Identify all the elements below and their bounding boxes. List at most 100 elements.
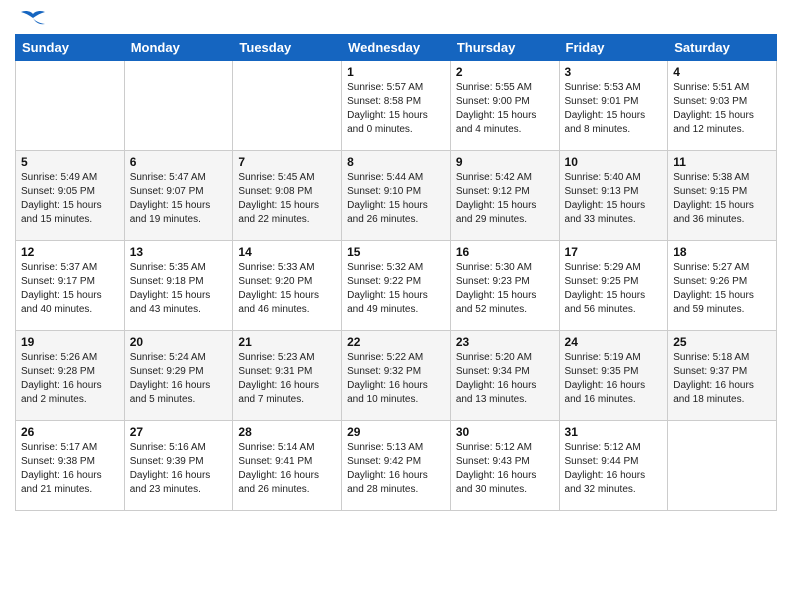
day-info: Sunrise: 5:16 AM Sunset: 9:39 PM Dayligh… [130,441,228,497]
day-number: 9 [456,155,554,169]
day-info: Sunrise: 5:27 AM Sunset: 9:26 PM Dayligh… [673,261,771,317]
day-number: 31 [565,425,663,439]
week-row-3: 19 Sunrise: 5:26 AM Sunset: 9:28 PM Dayli… [16,331,777,421]
day-cell: 21 Sunrise: 5:23 AM Sunset: 9:31 PM Dayli… [233,331,342,421]
day-number: 8 [347,155,445,169]
day-number: 13 [130,245,228,259]
day-info: Sunrise: 5:19 AM Sunset: 9:35 PM Dayligh… [565,351,663,407]
day-cell [233,61,342,151]
day-number: 24 [565,335,663,349]
day-number: 12 [21,245,119,259]
day-cell: 26 Sunrise: 5:17 AM Sunset: 9:38 PM Dayli… [16,421,125,511]
day-number: 16 [456,245,554,259]
day-info: Sunrise: 5:47 AM Sunset: 9:07 PM Dayligh… [130,171,228,227]
day-cell: 9Sunrise: 5:42 AM Sunset: 9:12 PM Daylig… [450,151,559,241]
day-cell: 14 Sunrise: 5:33 AM Sunset: 9:20 PM Dayli… [233,241,342,331]
day-info: Sunrise: 5:49 AM Sunset: 9:05 PM Dayligh… [21,171,119,227]
week-row-1: 5 Sunrise: 5:49 AM Sunset: 9:05 PM Daylig… [16,151,777,241]
day-cell: 24 Sunrise: 5:19 AM Sunset: 9:35 PM Dayli… [559,331,668,421]
day-cell: 11 Sunrise: 5:38 AM Sunset: 9:15 PM Dayli… [668,151,777,241]
day-info: Sunrise: 5:24 AM Sunset: 9:29 PM Dayligh… [130,351,228,407]
logo-line1 [15,10,49,30]
day-number: 1 [347,65,445,79]
day-info: Sunrise: 5:12 AM Sunset: 9:44 PM Dayligh… [565,441,663,497]
day-number: 19 [21,335,119,349]
day-cell: 20 Sunrise: 5:24 AM Sunset: 9:29 PM Dayli… [124,331,233,421]
weekday-header-thursday: Thursday [450,35,559,61]
day-number: 17 [565,245,663,259]
day-cell: 29Sunrise: 5:13 AM Sunset: 9:42 PM Dayli… [342,421,451,511]
day-cell: 30Sunrise: 5:12 AM Sunset: 9:43 PM Dayli… [450,421,559,511]
day-info: Sunrise: 5:26 AM Sunset: 9:28 PM Dayligh… [21,351,119,407]
day-cell: 8 Sunrise: 5:44 AM Sunset: 9:10 PM Daylig… [342,151,451,241]
day-cell: 15Sunrise: 5:32 AM Sunset: 9:22 PM Dayli… [342,241,451,331]
day-info: Sunrise: 5:37 AM Sunset: 9:17 PM Dayligh… [21,261,119,317]
day-cell: 2 Sunrise: 5:55 AM Sunset: 9:00 PM Daylig… [450,61,559,151]
day-cell: 18 Sunrise: 5:27 AM Sunset: 9:26 PM Dayli… [668,241,777,331]
day-number: 22 [347,335,445,349]
day-cell: 22 Sunrise: 5:22 AM Sunset: 9:32 PM Dayli… [342,331,451,421]
week-row-4: 26 Sunrise: 5:17 AM Sunset: 9:38 PM Dayli… [16,421,777,511]
day-number: 18 [673,245,771,259]
header [15,10,777,26]
day-info: Sunrise: 5:29 AM Sunset: 9:25 PM Dayligh… [565,261,663,317]
day-number: 5 [21,155,119,169]
day-number: 3 [565,65,663,79]
day-cell [124,61,233,151]
day-number: 11 [673,155,771,169]
day-cell: 31 Sunrise: 5:12 AM Sunset: 9:44 PM Dayli… [559,421,668,511]
day-number: 10 [565,155,663,169]
calendar-table: SundayMondayTuesdayWednesdayThursdayFrid… [15,34,777,511]
day-info: Sunrise: 5:51 AM Sunset: 9:03 PM Dayligh… [673,81,771,137]
day-number: 20 [130,335,228,349]
logo-text-block [15,10,49,26]
weekday-header-row: SundayMondayTuesdayWednesdayThursdayFrid… [16,35,777,61]
weekday-header-tuesday: Tuesday [233,35,342,61]
day-number: 6 [130,155,228,169]
day-number: 7 [238,155,336,169]
day-cell: 19 Sunrise: 5:26 AM Sunset: 9:28 PM Dayli… [16,331,125,421]
day-cell [668,421,777,511]
day-number: 15 [347,245,445,259]
day-info: Sunrise: 5:38 AM Sunset: 9:15 PM Dayligh… [673,171,771,227]
day-cell: 4 Sunrise: 5:51 AM Sunset: 9:03 PM Daylig… [668,61,777,151]
day-cell: 10 Sunrise: 5:40 AM Sunset: 9:13 PM Dayli… [559,151,668,241]
weekday-header-monday: Monday [124,35,233,61]
day-number: 26 [21,425,119,439]
day-info: Sunrise: 5:22 AM Sunset: 9:32 PM Dayligh… [347,351,445,407]
day-info: Sunrise: 5:20 AM Sunset: 9:34 PM Dayligh… [456,351,554,407]
day-info: Sunrise: 5:23 AM Sunset: 9:31 PM Dayligh… [238,351,336,407]
day-cell: 1 Sunrise: 5:57 AM Sunset: 8:58 PM Daylig… [342,61,451,151]
day-cell: 13 Sunrise: 5:35 AM Sunset: 9:18 PM Dayli… [124,241,233,331]
day-info: Sunrise: 5:53 AM Sunset: 9:01 PM Dayligh… [565,81,663,137]
day-info: Sunrise: 5:55 AM Sunset: 9:00 PM Dayligh… [456,81,554,137]
day-number: 2 [456,65,554,79]
logo [15,10,49,26]
weekday-header-saturday: Saturday [668,35,777,61]
week-row-2: 12 Sunrise: 5:37 AM Sunset: 9:17 PM Dayli… [16,241,777,331]
day-info: Sunrise: 5:17 AM Sunset: 9:38 PM Dayligh… [21,441,119,497]
day-info: Sunrise: 5:30 AM Sunset: 9:23 PM Dayligh… [456,261,554,317]
day-cell: 16 Sunrise: 5:30 AM Sunset: 9:23 PM Dayli… [450,241,559,331]
day-info: Sunrise: 5:33 AM Sunset: 9:20 PM Dayligh… [238,261,336,317]
day-number: 27 [130,425,228,439]
day-info: Sunrise: 5:44 AM Sunset: 9:10 PM Dayligh… [347,171,445,227]
day-cell: 23Sunrise: 5:20 AM Sunset: 9:34 PM Dayli… [450,331,559,421]
day-cell: 5 Sunrise: 5:49 AM Sunset: 9:05 PM Daylig… [16,151,125,241]
day-cell: 7 Sunrise: 5:45 AM Sunset: 9:08 PM Daylig… [233,151,342,241]
day-cell: 28Sunrise: 5:14 AM Sunset: 9:41 PM Dayli… [233,421,342,511]
day-info: Sunrise: 5:45 AM Sunset: 9:08 PM Dayligh… [238,171,336,227]
day-number: 4 [673,65,771,79]
day-info: Sunrise: 5:57 AM Sunset: 8:58 PM Dayligh… [347,81,445,137]
day-info: Sunrise: 5:40 AM Sunset: 9:13 PM Dayligh… [565,171,663,227]
calendar-container: SundayMondayTuesdayWednesdayThursdayFrid… [0,0,792,526]
day-number: 21 [238,335,336,349]
day-info: Sunrise: 5:13 AM Sunset: 9:42 PM Dayligh… [347,441,445,497]
day-cell: 17 Sunrise: 5:29 AM Sunset: 9:25 PM Dayli… [559,241,668,331]
day-info: Sunrise: 5:18 AM Sunset: 9:37 PM Dayligh… [673,351,771,407]
day-info: Sunrise: 5:35 AM Sunset: 9:18 PM Dayligh… [130,261,228,317]
week-row-0: 1 Sunrise: 5:57 AM Sunset: 8:58 PM Daylig… [16,61,777,151]
day-cell: 6 Sunrise: 5:47 AM Sunset: 9:07 PM Daylig… [124,151,233,241]
day-number: 14 [238,245,336,259]
day-cell: 3 Sunrise: 5:53 AM Sunset: 9:01 PM Daylig… [559,61,668,151]
